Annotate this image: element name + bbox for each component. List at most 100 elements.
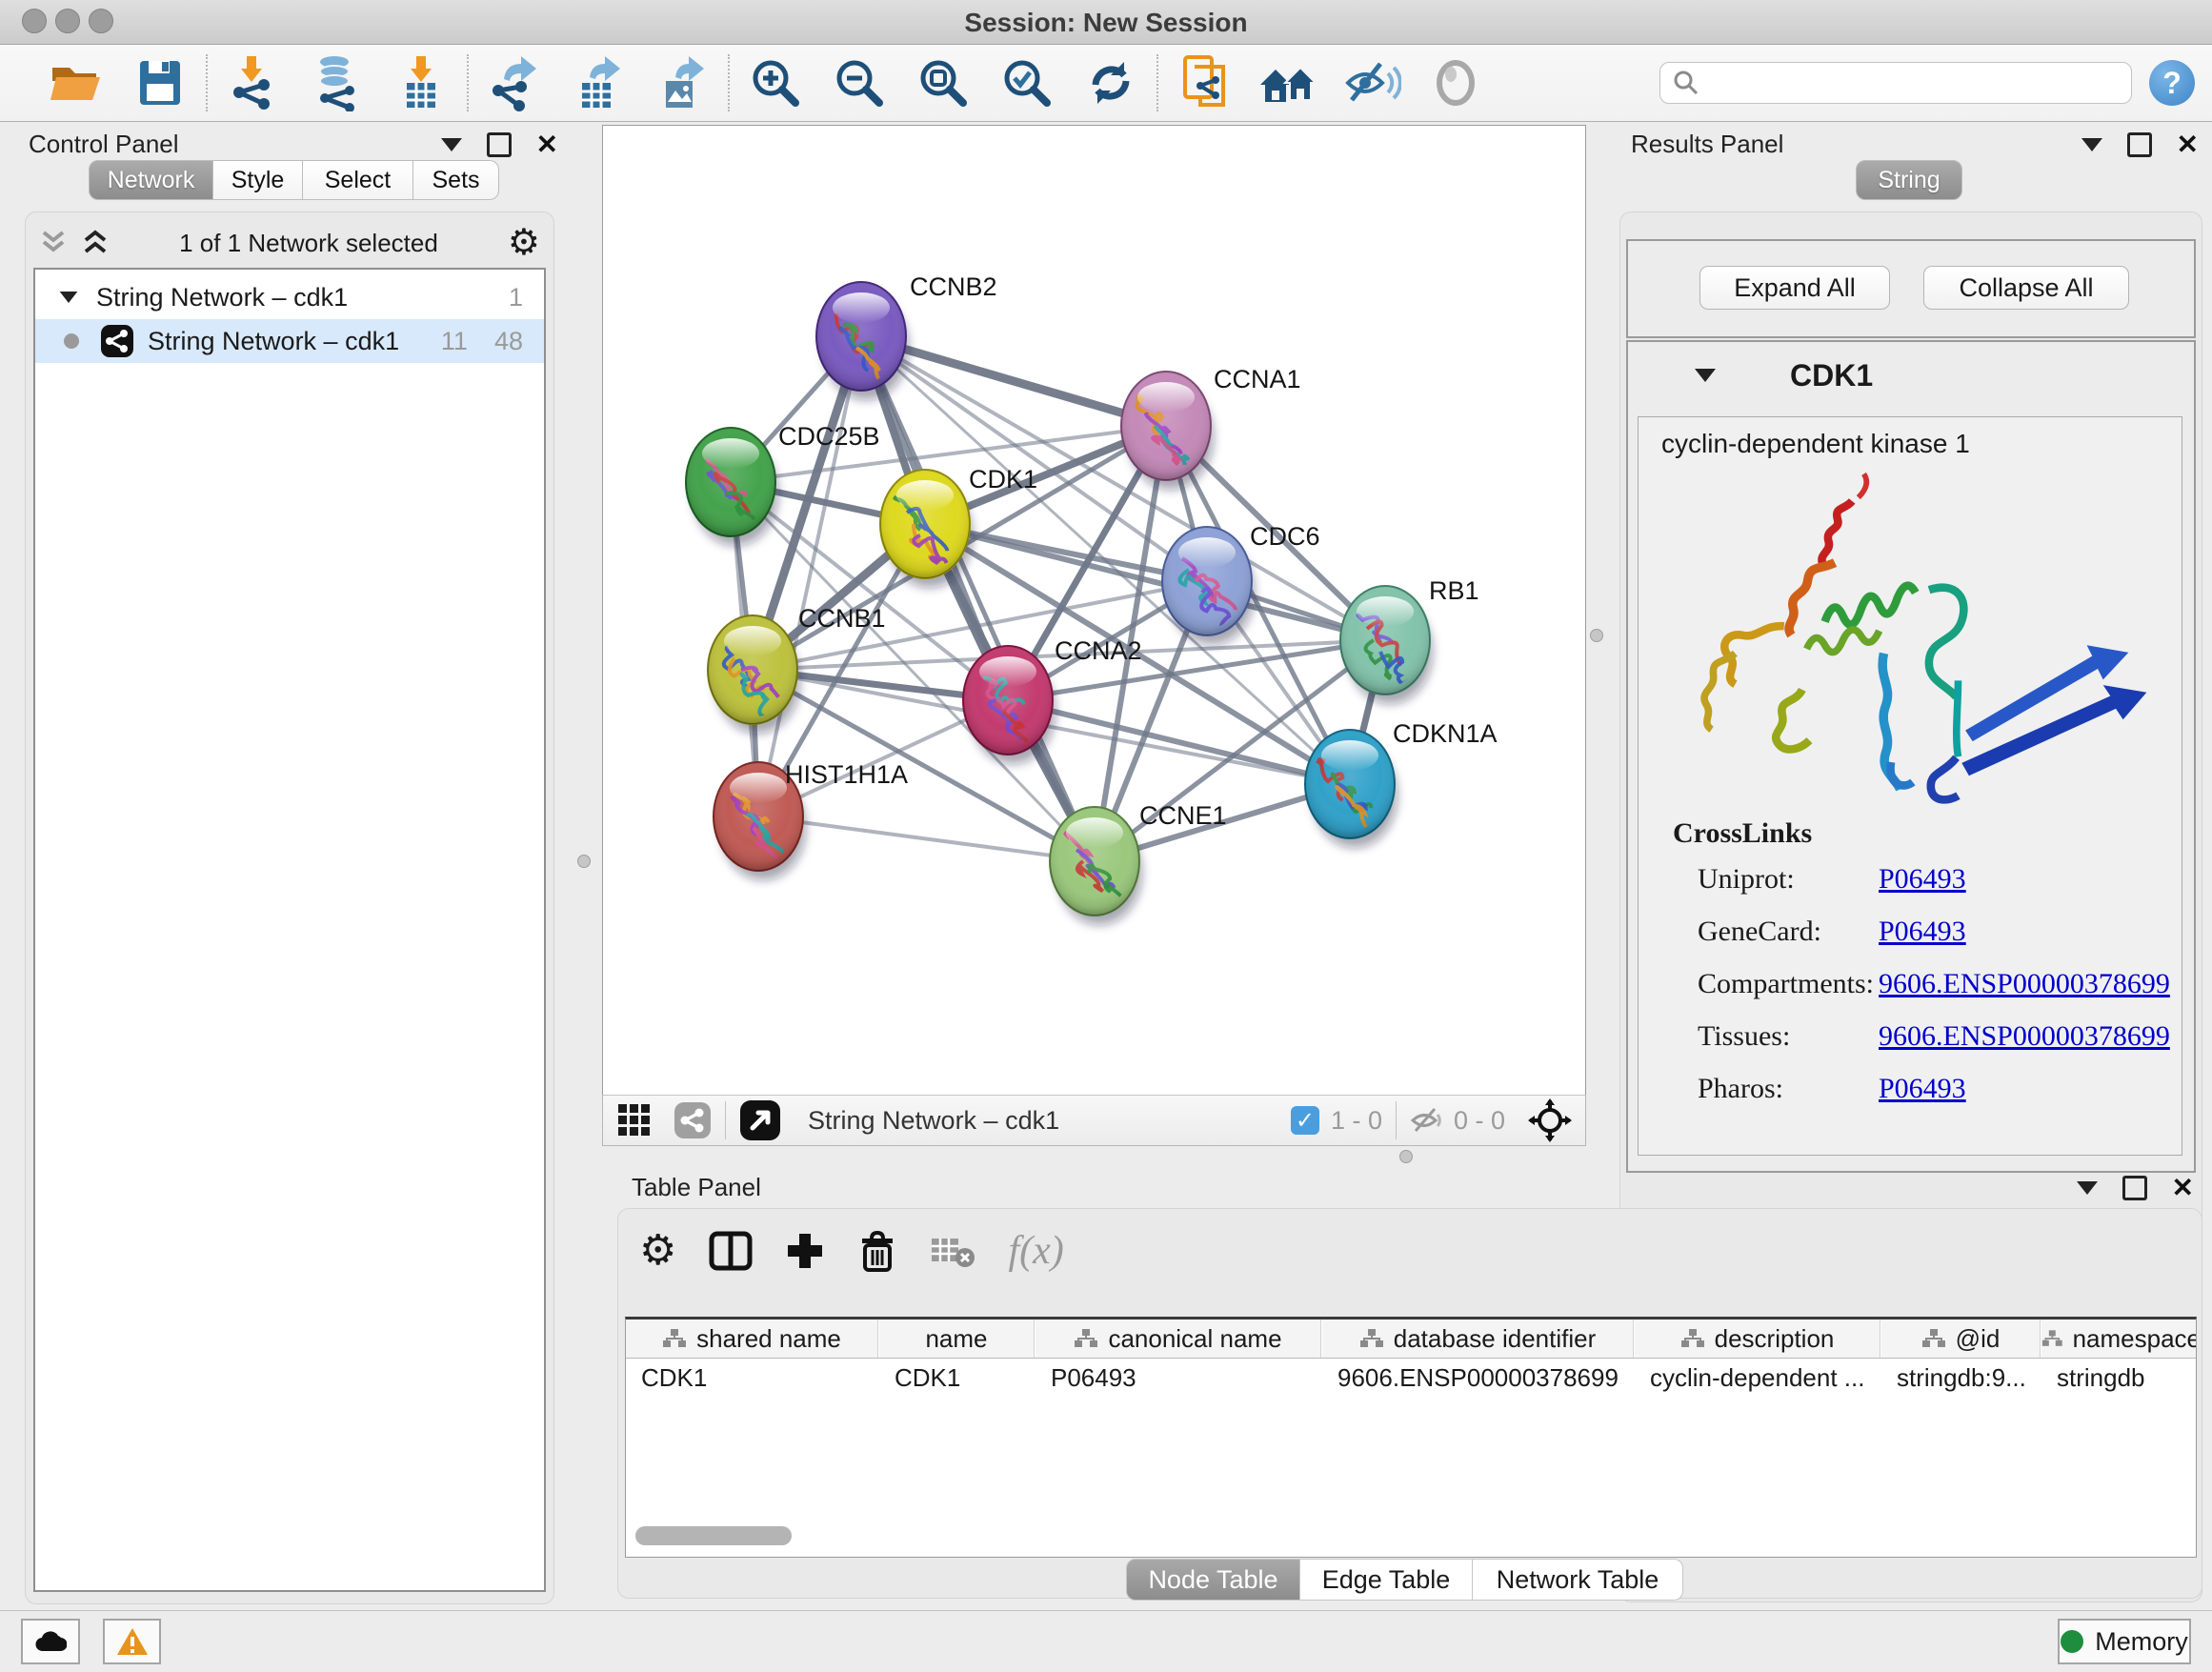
cloud-status-button[interactable] xyxy=(21,1619,80,1664)
crosslink-link[interactable]: P06493 xyxy=(1879,916,1966,948)
expand-all-button[interactable]: Expand All xyxy=(1699,266,1890,310)
crosslink-link[interactable]: P06493 xyxy=(1879,1073,1966,1105)
column-header-name[interactable]: name xyxy=(879,1319,1035,1358)
column-header-shared-name[interactable]: shared name xyxy=(626,1319,878,1358)
show-all-button[interactable] xyxy=(1414,52,1498,113)
float-panel-icon[interactable] xyxy=(2127,132,2152,157)
show-columns-icon[interactable] xyxy=(709,1231,753,1271)
panel-menu-icon[interactable] xyxy=(2081,138,2102,151)
tab-edge-table[interactable]: Edge Table xyxy=(1300,1559,1473,1601)
tab-network-table[interactable]: Network Table xyxy=(1473,1559,1683,1601)
network-canvas[interactable]: CCNB2CCNA1CDC25BCDK1CDC6RB1CCNB1CCNA2CDK… xyxy=(602,125,1586,1096)
network-graph[interactable]: CCNB2CCNA1CDC25BCDK1CDC6RB1CCNB1CCNA2CDK… xyxy=(603,126,1585,1095)
close-panel-icon[interactable]: ✕ xyxy=(536,135,558,154)
export-image-button[interactable] xyxy=(640,52,724,113)
panel-menu-icon[interactable] xyxy=(2077,1181,2098,1195)
close-panel-icon[interactable]: ✕ xyxy=(2172,1178,2194,1198)
column-header-description[interactable]: description xyxy=(1635,1319,1880,1358)
memory-button[interactable]: Memory xyxy=(2058,1619,2191,1664)
tab-sets[interactable]: Sets xyxy=(413,160,499,200)
search-field[interactable] xyxy=(1659,62,2132,104)
hide-selected-button[interactable] xyxy=(1330,52,1414,113)
column-header-namespace[interactable]: namespace xyxy=(2041,1319,2197,1358)
export-network-button[interactable] xyxy=(473,52,556,113)
left-splitter-handle[interactable] xyxy=(577,855,591,868)
network-node-CCNB2[interactable] xyxy=(816,282,909,400)
selected-checkbox-icon[interactable]: ✓ xyxy=(1291,1106,1319,1135)
float-panel-icon[interactable] xyxy=(2122,1176,2147,1200)
export-table-button[interactable] xyxy=(556,52,640,113)
network-node-CDC25B[interactable] xyxy=(686,428,778,546)
save-session-button[interactable] xyxy=(118,52,202,113)
panel-menu-icon[interactable] xyxy=(441,138,462,151)
zoom-selected-button[interactable] xyxy=(985,52,1069,113)
open-session-button[interactable] xyxy=(34,52,118,113)
network-node-CCNA1[interactable] xyxy=(1121,372,1214,490)
horizontal-scrollbar[interactable] xyxy=(635,1526,792,1545)
table-cell[interactable]: stringdb:9... xyxy=(1881,1359,2041,1397)
bottom-splitter-handle[interactable] xyxy=(1399,1150,1413,1163)
import-network-from-database-button[interactable] xyxy=(295,52,379,113)
right-splitter-handle[interactable] xyxy=(1590,629,1603,642)
crosslink-link[interactable]: 9606.ENSP00000378699 xyxy=(1879,1020,2170,1053)
table-cell[interactable]: CDK1 xyxy=(626,1359,878,1397)
search-input[interactable] xyxy=(1700,68,2104,99)
zoom-in-button[interactable] xyxy=(734,52,817,113)
network-selection-summary: 1 of 1 Network selected xyxy=(110,229,508,258)
crosslink-link[interactable]: P06493 xyxy=(1879,863,1966,896)
import-table-from-file-button[interactable] xyxy=(379,52,463,113)
node-label-HIST1H1A: HIST1H1A xyxy=(785,760,908,789)
refresh-button[interactable] xyxy=(1069,52,1153,113)
collapse-all-icon[interactable] xyxy=(39,229,68,257)
delete-column-icon[interactable] xyxy=(857,1229,897,1273)
fit-crosshair-icon[interactable] xyxy=(1528,1098,1572,1142)
column-header-database-identifier[interactable]: database identifier xyxy=(1322,1319,1634,1358)
table-cell[interactable]: 9606.ENSP00000378699 xyxy=(1322,1359,1634,1397)
close-panel-icon[interactable]: ✕ xyxy=(2177,135,2199,154)
column-header-canonical-name[interactable]: canonical name xyxy=(1036,1319,1321,1358)
home-button[interactable] xyxy=(1246,52,1330,113)
share-document-button[interactable] xyxy=(1162,52,1246,113)
expand-all-icon[interactable] xyxy=(81,229,110,257)
table-cell[interactable]: stringdb xyxy=(2041,1359,2197,1397)
network-node-CCNE1[interactable] xyxy=(1050,807,1142,925)
tab-network[interactable]: Network xyxy=(89,160,213,200)
grid-view-icon[interactable] xyxy=(616,1102,653,1138)
network-node-CDC6[interactable] xyxy=(1162,527,1255,645)
results-panel-title: Results Panel xyxy=(1631,130,1783,159)
float-panel-icon[interactable] xyxy=(487,132,512,157)
network-node-RB1[interactable] xyxy=(1340,586,1433,704)
network-node-CCNA2[interactable] xyxy=(963,646,1056,764)
table-cell[interactable]: CDK1 xyxy=(879,1359,1035,1397)
table-settings-gear-icon[interactable]: ⚙ xyxy=(639,1230,676,1272)
crosslink-link[interactable]: 9606.ENSP00000378699 xyxy=(1879,968,2170,1000)
birdseye-view-icon[interactable] xyxy=(739,1099,781,1141)
network-collection-row[interactable]: String Network – cdk1 1 xyxy=(35,275,544,319)
tab-node-table[interactable]: Node Table xyxy=(1126,1559,1300,1601)
column-header--id[interactable]: @id xyxy=(1881,1319,2041,1358)
warnings-button[interactable] xyxy=(103,1619,161,1664)
import-network-from-file-button[interactable] xyxy=(211,52,295,113)
zoom-fit-button[interactable] xyxy=(901,52,985,113)
network-row[interactable]: String Network – cdk1 11 48 xyxy=(35,319,544,363)
help-button[interactable]: ? xyxy=(2149,60,2195,106)
gear-icon[interactable]: ⚙ xyxy=(508,229,540,257)
table-cell[interactable]: P06493 xyxy=(1036,1359,1321,1397)
collection-expand-icon[interactable] xyxy=(60,292,78,303)
collapse-all-button[interactable]: Collapse All xyxy=(1923,266,2129,310)
add-column-icon[interactable] xyxy=(785,1231,825,1271)
tab-select[interactable]: Select xyxy=(303,160,413,200)
network-edge[interactable] xyxy=(758,336,861,816)
delete-table-icon[interactable] xyxy=(930,1233,975,1269)
network-node-CDKN1A[interactable] xyxy=(1305,730,1398,848)
zoom-out-button[interactable] xyxy=(817,52,901,113)
function-builder-icon[interactable]: f(x) xyxy=(1008,1228,1063,1274)
share-view-icon[interactable] xyxy=(674,1101,712,1139)
network-node-CDK1[interactable] xyxy=(880,470,973,588)
tab-string[interactable]: String xyxy=(1856,160,1962,200)
tab-style[interactable]: Style xyxy=(213,160,303,200)
table-cell[interactable]: cyclin-dependent ... xyxy=(1635,1359,1880,1397)
network-edge[interactable] xyxy=(758,816,1095,861)
network-node-CCNB1[interactable] xyxy=(708,615,800,734)
gene-collapse-icon[interactable] xyxy=(1695,369,1716,382)
